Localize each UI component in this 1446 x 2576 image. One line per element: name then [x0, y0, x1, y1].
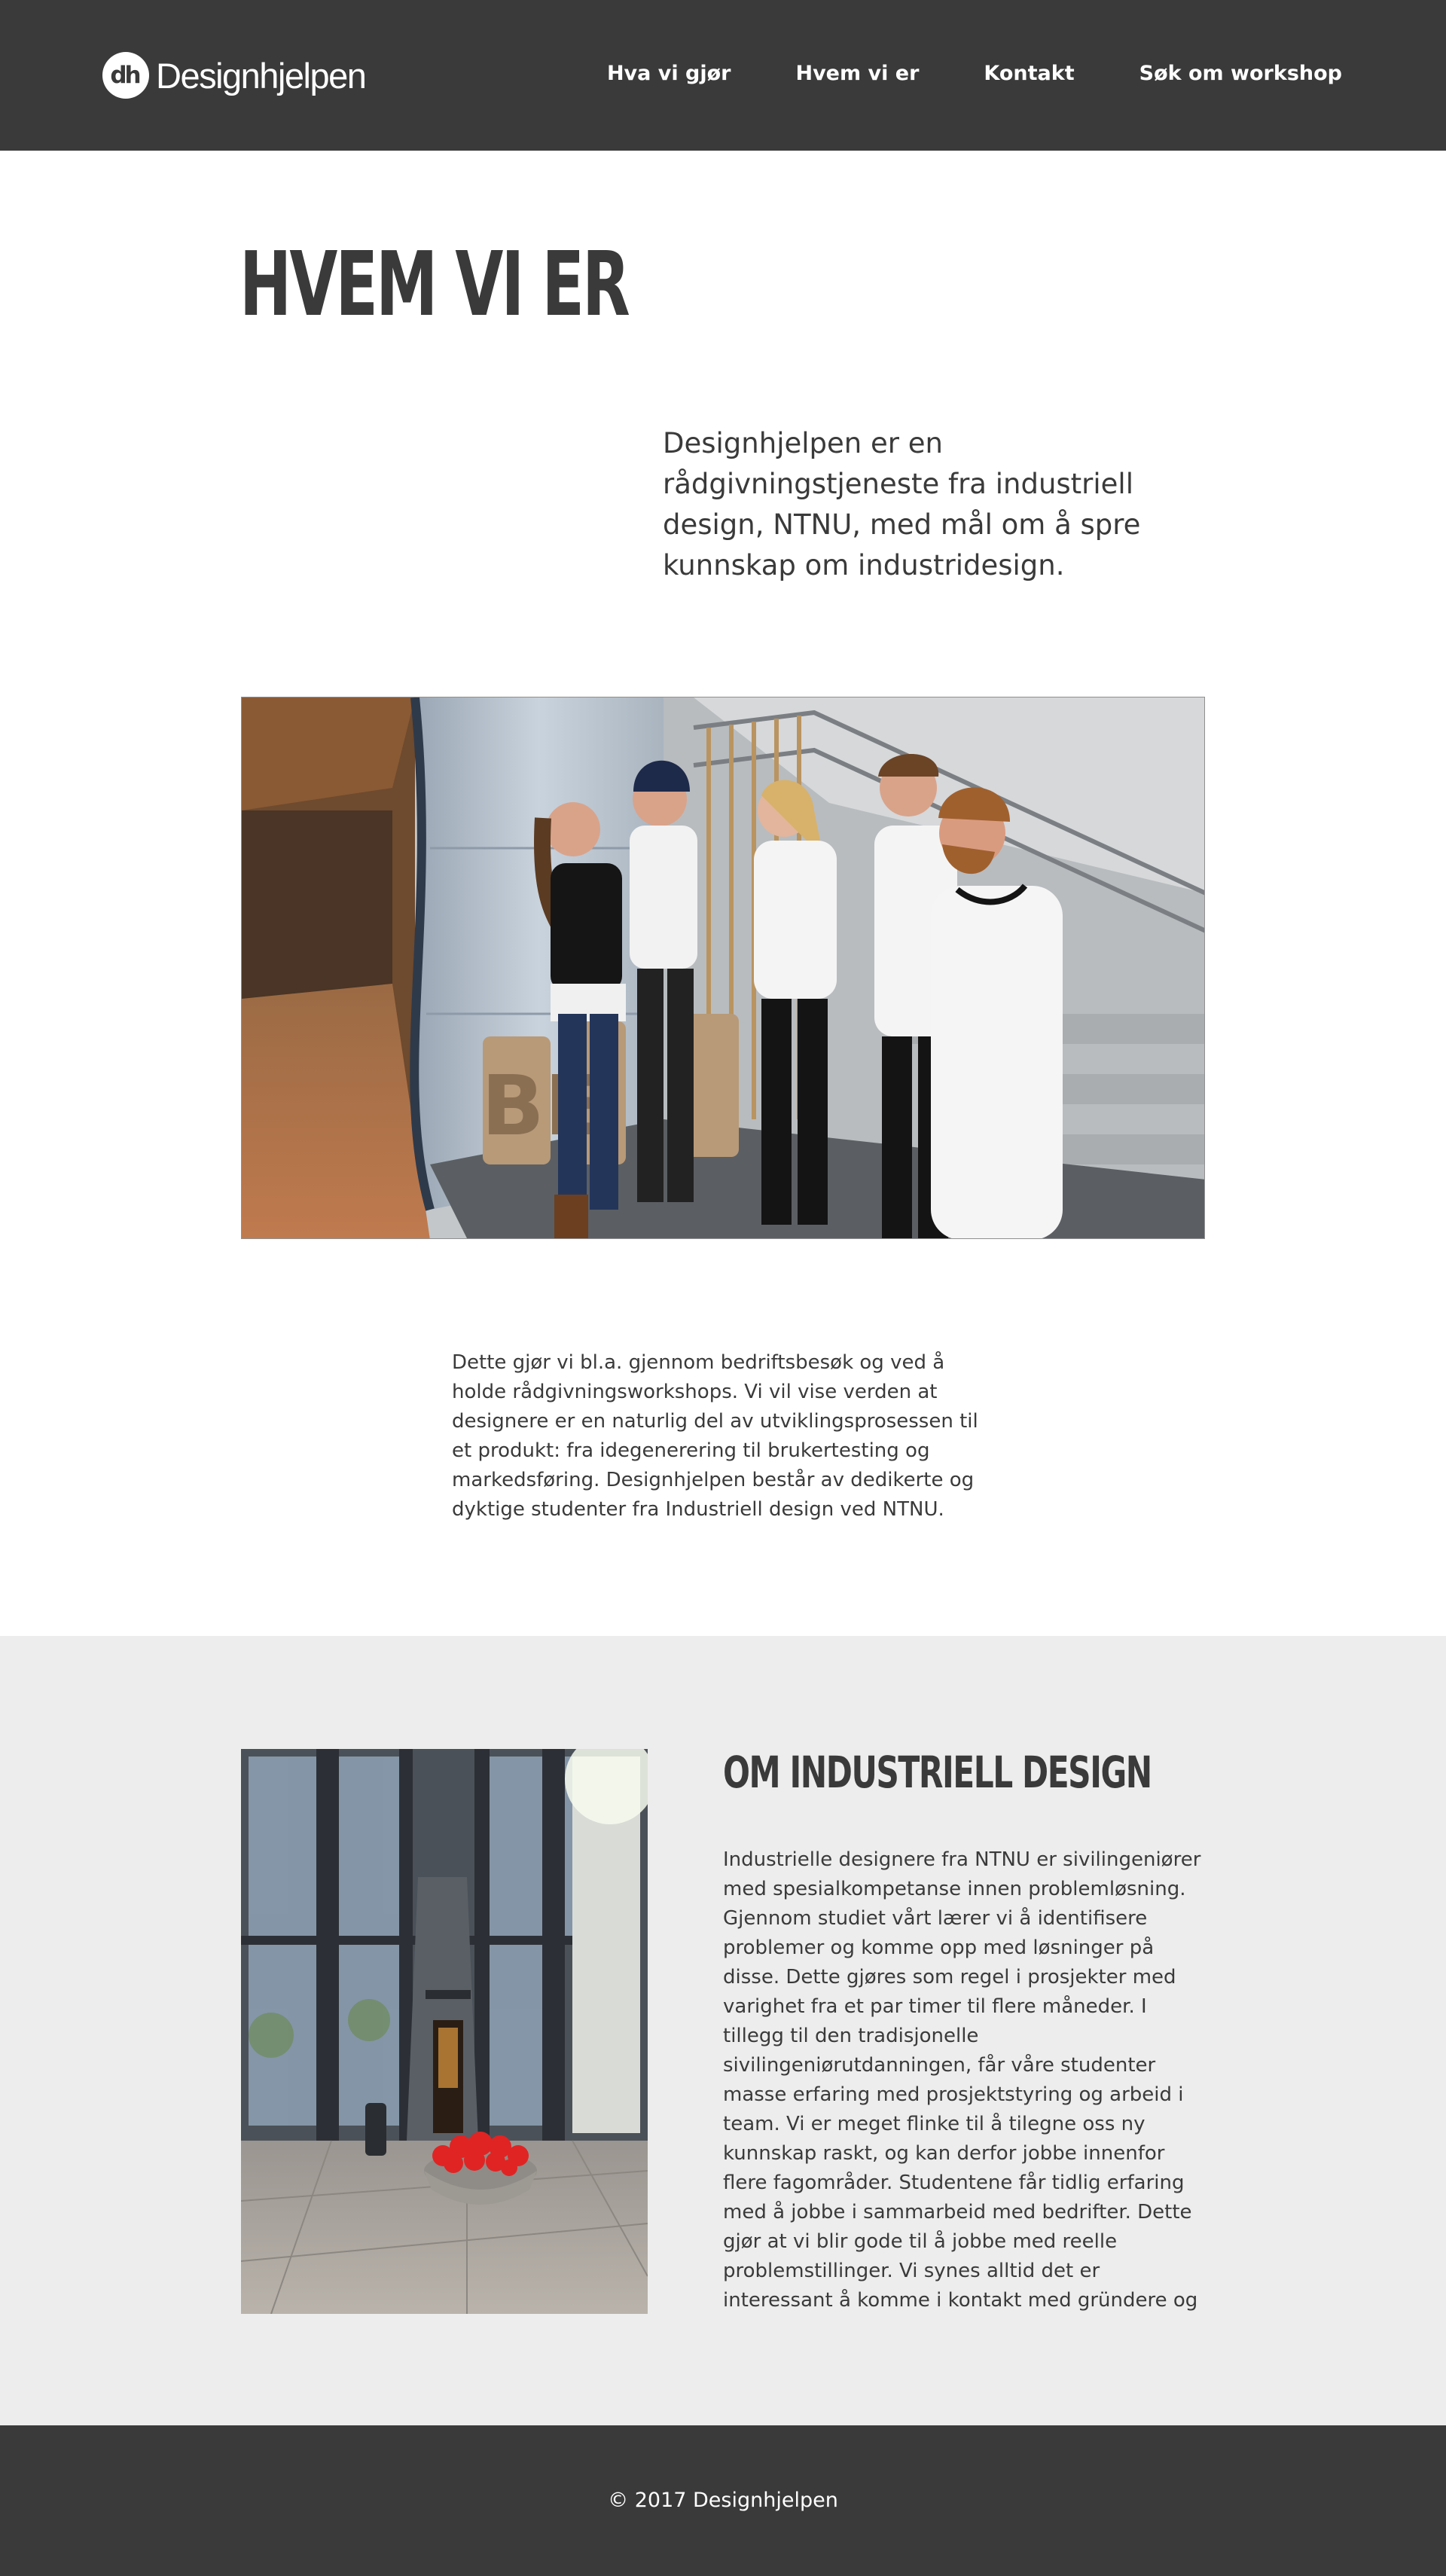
about-section: OM INDUSTRIELL DESIGN Industrielle desig… — [0, 1636, 1446, 2425]
nav-link-sok-om-workshop[interactable]: Søk om workshop — [1139, 62, 1342, 85]
nav-link-kontakt[interactable]: Kontakt — [984, 62, 1074, 85]
site-footer: © 2017 Designhjelpen — [0, 2425, 1446, 2576]
about-text: Industrielle designere fra NTNU er sivil… — [723, 1848, 1201, 2312]
logo-text: Designhjelpen — [156, 55, 367, 96]
logo-mark-icon: dh — [102, 52, 149, 99]
site-header: dh Designhjelpen Hva vi gjør Hvem vi er … — [0, 0, 1446, 151]
main-nav: Hva vi gjør Hvem vi er Kontakt Søk om wo… — [607, 62, 1342, 85]
team-photo: BE — [241, 697, 1205, 1239]
copyright-text: © 2017 Designhjelpen — [608, 2489, 838, 2512]
nav-link-hvem-vi-er[interactable]: Hvem vi er — [795, 62, 919, 85]
about-text-container: Industrielle designere fra NTNU er sivil… — [723, 1845, 1213, 2314]
building-photo — [241, 1749, 648, 2314]
intro-text: Designhjelpen er en rådgivningstjeneste … — [663, 427, 1141, 581]
nav-link-hva-vi-gjor[interactable]: Hva vi gjør — [607, 62, 731, 85]
body-text: Dette gjør vi bl.a. gjennom bedriftsbesø… — [452, 1351, 978, 1521]
page-title: HVEM VI ER — [239, 232, 630, 336]
logo-link[interactable]: dh Designhjelpen — [102, 50, 367, 101]
about-title: OM INDUSTRIELL DESIGN — [723, 1747, 1152, 1798]
